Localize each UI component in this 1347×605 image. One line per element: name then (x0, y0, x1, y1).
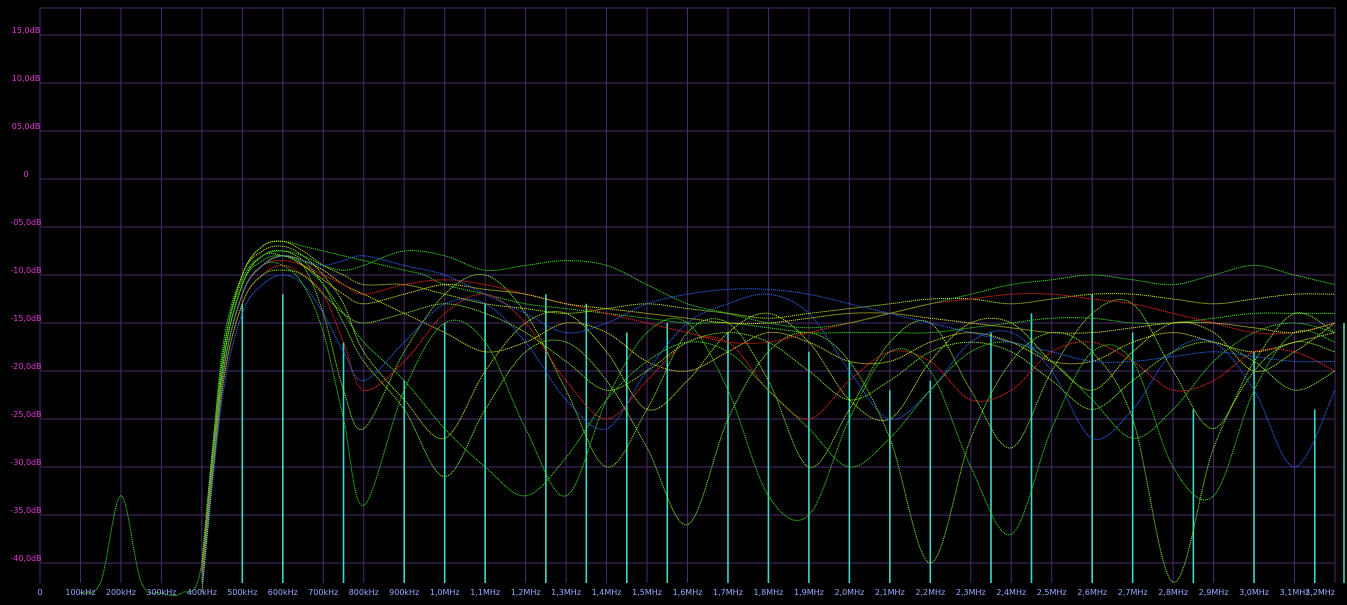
y-tick-label: -20,0dB (10, 362, 41, 371)
x-tick-label: 800kHz (349, 588, 379, 597)
x-tick-label: 1,9MHz (794, 588, 824, 597)
x-tick-label: 1,6MHz (673, 588, 703, 597)
x-tick-label: 1,7MHz (713, 588, 743, 597)
y-tick-label: 10,0dB (12, 74, 40, 83)
y-tick-label: -25,0dB (10, 410, 41, 419)
x-tick-label: 1,0MHz (430, 588, 460, 597)
spectrum-plot: 15,0dB 10,0dB 05,0dB 0 -05,0dB -10,0dB -15,0dB… (0, 0, 1347, 600)
x-tick-label: 3,2MHz (1305, 588, 1335, 597)
x-tick-label: 1,2MHz (511, 588, 541, 597)
x-tick-label: 400kHz (187, 588, 217, 597)
spectrum-chart: 15,0dB 10,0dB 05,0dB 0 -05,0dB -10,0dB -15,0dB… (0, 0, 1347, 600)
y-tick-label: -30,0dB (10, 458, 41, 467)
x-tick-label: 2,7MHz (1118, 588, 1148, 597)
x-tick-label: 2,3MHz (956, 588, 986, 597)
y-tick-label: -05,0dB (10, 218, 41, 227)
x-tick-label: 2,8MHz (1158, 588, 1188, 597)
x-tick-label: 700kHz (308, 588, 338, 597)
x-tick-label: 2,9MHz (1199, 588, 1229, 597)
y-tick-label: 15,0dB (12, 26, 40, 35)
y-tick-label: 0 (23, 170, 28, 179)
x-tick-label: 1,1MHz (470, 588, 500, 597)
y-tick-label: 05,0dB (12, 122, 40, 131)
x-tick-label: 600kHz (268, 588, 298, 597)
x-tick-label: 1,8MHz (754, 588, 784, 597)
x-tick-label: 2,0MHz (834, 588, 864, 597)
x-tick-label: 300kHz (146, 588, 176, 597)
y-tick-label: -15,0dB (10, 314, 41, 323)
x-tick-label: 100kHz (65, 588, 95, 597)
x-tick-label: 900kHz (389, 588, 419, 597)
x-tick-label: 1,3MHz (551, 588, 581, 597)
x-tick-label: 1,5MHz (632, 588, 662, 597)
x-tick-label: 1,4MHz (592, 588, 622, 597)
y-tick-label: -10,0dB (10, 266, 41, 275)
y-tick-label: -40,0dB (10, 554, 41, 563)
x-tick-label: 2,6MHz (1077, 588, 1107, 597)
x-tick-label: 2,2MHz (915, 588, 945, 597)
x-tick-label: 200kHz (106, 588, 136, 597)
x-tick-label: 0 (37, 588, 42, 597)
x-tick-label: 2,5MHz (1037, 588, 1067, 597)
x-axis-ticks: 0 100kHz 200kHz 300kHz 400kHz 500kHz 600kHz 700… (37, 588, 1335, 597)
y-tick-label: -35,0dB (10, 506, 41, 515)
x-tick-label: 2,1MHz (875, 588, 905, 597)
x-tick-label: 2,4MHz (996, 588, 1026, 597)
x-tick-label: 500kHz (227, 588, 257, 597)
x-tick-label: 3,0MHz (1239, 588, 1269, 597)
